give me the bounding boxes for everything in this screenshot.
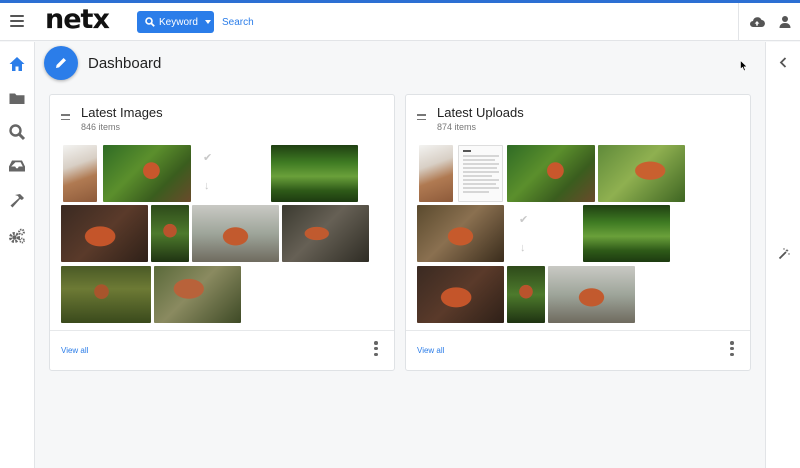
pencil-icon bbox=[56, 58, 66, 68]
image-thumbnail[interactable] bbox=[507, 266, 545, 323]
magic-wand-icon[interactable] bbox=[778, 248, 790, 260]
left-sidebar bbox=[0, 42, 35, 468]
app-logo[interactable]: netx bbox=[45, 4, 110, 35]
latest-images-widget: Latest Images 846 items ✔ ↓ View all bbox=[49, 94, 395, 371]
image-thumbnail[interactable] bbox=[63, 145, 97, 202]
search-icon[interactable] bbox=[8, 123, 26, 141]
menu-icon[interactable] bbox=[10, 15, 24, 27]
widget-count: 874 items bbox=[437, 122, 477, 132]
widget-title: Latest Images bbox=[81, 105, 163, 120]
document-preview bbox=[463, 150, 499, 193]
arrow-down-icon: ↓ bbox=[520, 242, 526, 254]
check-icon: ✔ bbox=[203, 152, 213, 164]
image-thumbnail[interactable] bbox=[271, 145, 358, 202]
document-thumbnail[interactable] bbox=[458, 145, 503, 202]
more-options-icon[interactable] bbox=[729, 341, 735, 356]
user-icon[interactable] bbox=[777, 14, 793, 30]
more-options-icon[interactable] bbox=[373, 341, 379, 356]
image-thumbnail[interactable] bbox=[417, 205, 504, 262]
search-mode-label: Keyword bbox=[159, 16, 198, 28]
image-thumbnail[interactable] bbox=[154, 266, 241, 323]
view-all-link[interactable]: View all bbox=[61, 346, 88, 355]
drag-handle-icon[interactable] bbox=[417, 114, 426, 120]
settings-icon[interactable] bbox=[8, 227, 26, 245]
hammer-icon[interactable] bbox=[8, 192, 26, 210]
cloud-upload-icon[interactable] bbox=[749, 14, 765, 30]
mouse-cursor bbox=[740, 60, 748, 72]
chevron-left-icon[interactable] bbox=[779, 57, 788, 68]
image-thumbnail[interactable] bbox=[151, 205, 189, 262]
search-icon bbox=[145, 17, 155, 27]
widget-title: Latest Uploads bbox=[437, 105, 524, 120]
search-input[interactable] bbox=[218, 11, 518, 33]
right-panel bbox=[765, 42, 800, 468]
drag-handle-icon[interactable] bbox=[61, 114, 70, 120]
image-thumbnail[interactable] bbox=[61, 205, 148, 262]
image-thumbnail[interactable] bbox=[103, 145, 191, 202]
image-thumbnail[interactable] bbox=[282, 205, 369, 262]
image-thumbnail[interactable] bbox=[61, 266, 151, 323]
view-all-link[interactable]: View all bbox=[417, 346, 444, 355]
header-actions bbox=[738, 3, 800, 41]
image-thumbnail[interactable] bbox=[507, 145, 595, 202]
arrow-down-icon: ↓ bbox=[204, 180, 210, 192]
latest-uploads-widget: Latest Uploads 874 items ✔ ↓ View all bbox=[405, 94, 751, 371]
app-header: netx Keyword bbox=[0, 3, 800, 41]
caret-down-icon bbox=[204, 20, 211, 24]
image-thumbnail[interactable] bbox=[548, 266, 635, 323]
image-thumbnail[interactable] bbox=[417, 266, 504, 323]
edit-dashboard-button[interactable] bbox=[44, 46, 78, 80]
image-thumbnail[interactable] bbox=[598, 145, 685, 202]
widget-count: 846 items bbox=[81, 122, 121, 132]
page-title: Dashboard bbox=[88, 55, 162, 72]
image-thumbnail[interactable] bbox=[419, 145, 453, 202]
image-thumbnail[interactable] bbox=[583, 205, 670, 262]
search-mode-dropdown[interactable]: Keyword bbox=[137, 11, 214, 33]
inbox-icon[interactable] bbox=[8, 157, 26, 175]
folder-icon[interactable] bbox=[8, 89, 26, 107]
image-thumbnail[interactable] bbox=[192, 205, 279, 262]
home-icon[interactable] bbox=[8, 55, 26, 73]
check-icon: ✔ bbox=[519, 214, 529, 226]
